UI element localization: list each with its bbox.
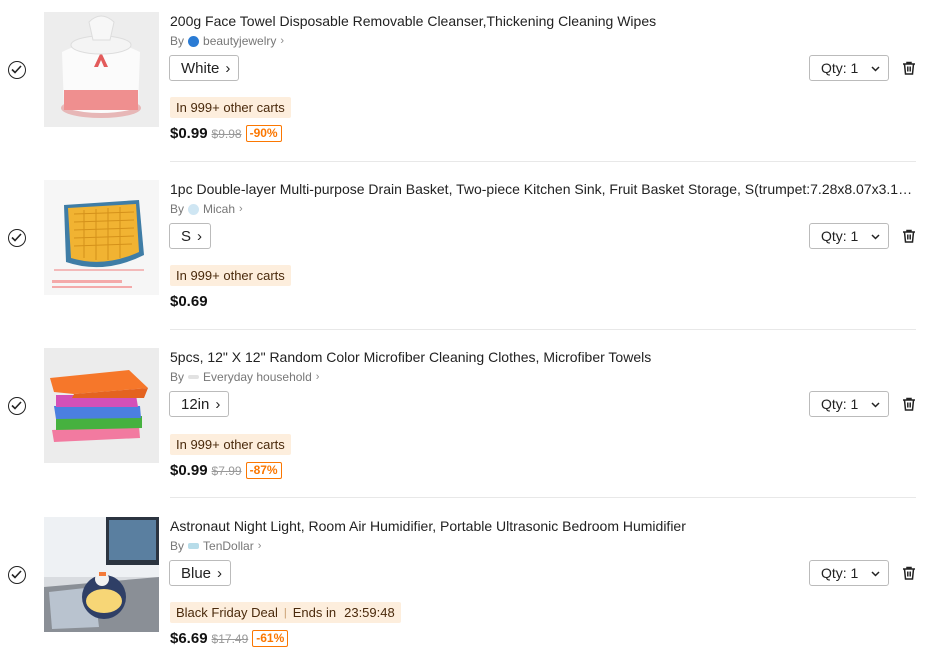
variant-label: White	[181, 59, 220, 77]
checkmark-icon	[11, 401, 22, 410]
seller-name[interactable]: beautyjewelry	[203, 34, 276, 48]
price-row: $6.69 $17.49 -61%	[170, 630, 289, 647]
chevron-right-icon: ›	[239, 203, 243, 215]
chevron-right-icon: ›	[217, 564, 223, 582]
seller-logo-icon	[188, 203, 200, 215]
chevron-down-icon	[871, 66, 880, 72]
seller-logo-icon	[188, 543, 200, 549]
price-row: $0.99 $9.98 -90%	[170, 125, 282, 142]
chevron-down-icon	[871, 234, 880, 240]
price: $0.99	[170, 125, 208, 142]
ends-in-label: Ends in	[292, 605, 337, 620]
variant-selector[interactable]: 12in ›	[169, 391, 230, 417]
divider	[170, 497, 916, 498]
discount-badge: -61%	[252, 630, 289, 647]
product-image[interactable]	[44, 12, 159, 127]
discount-badge: -90%	[245, 125, 282, 142]
chevron-right-icon: ›	[280, 35, 285, 47]
deal-separator: |	[283, 606, 287, 619]
divider	[170, 161, 916, 162]
product-image[interactable]	[44, 180, 159, 295]
quantity-select[interactable]: Qty: 1	[809, 560, 889, 586]
seller-logo-icon	[188, 375, 200, 379]
original-price: $17.49	[211, 631, 249, 646]
divider	[170, 329, 916, 330]
carts-badge: In 999+ other carts	[170, 97, 291, 118]
deal-label: Black Friday Deal	[176, 605, 278, 620]
trash-icon[interactable]	[902, 61, 916, 75]
seller-line: By TenDollar ›	[170, 539, 261, 553]
checkmark-icon	[11, 570, 22, 579]
price-row: $0.99 $7.99 -87%	[170, 462, 282, 479]
seller-line: By Micah ›	[170, 202, 243, 216]
checkmark-icon	[11, 233, 22, 242]
variant-label: S	[181, 227, 192, 245]
product-title[interactable]: 5pcs, 12" X 12" Random Color Microfiber …	[170, 349, 915, 365]
seller-line: By beautyjewelry ›	[170, 34, 284, 48]
quantity-select[interactable]: Qty: 1	[809, 223, 889, 249]
product-image[interactable]	[44, 517, 159, 632]
carts-badge: In 999+ other carts	[170, 265, 291, 286]
quantity-select[interactable]: Qty: 1	[809, 391, 889, 417]
price-row: $0.69	[170, 293, 208, 310]
cart-item: Astronaut Night Light, Room Air Humidifi…	[0, 504, 930, 672]
by-label: By	[170, 539, 185, 553]
seller-name[interactable]: Everyday household	[203, 370, 312, 384]
seller-name[interactable]: TenDollar	[203, 539, 254, 553]
original-price: $7.99	[211, 463, 242, 478]
variant-label: 12in	[181, 395, 210, 413]
chevron-right-icon: ›	[197, 227, 203, 245]
cart-item: 1pc Double-layer Multi-purpose Drain Bas…	[0, 168, 930, 336]
product-title[interactable]: Astronaut Night Light, Room Air Humidifi…	[170, 518, 915, 534]
variant-label: Blue	[181, 564, 212, 582]
chevron-right-icon: ›	[225, 59, 231, 77]
by-label: By	[170, 202, 185, 216]
deal-badge: Black Friday Deal | Ends in 23:59:48	[170, 602, 401, 623]
by-label: By	[170, 370, 185, 384]
price: $6.69	[170, 630, 208, 647]
seller-name[interactable]: Micah	[203, 202, 235, 216]
by-label: By	[170, 34, 185, 48]
checkmark-icon	[11, 65, 22, 74]
qty-label: Qty: 1	[821, 396, 859, 412]
chevron-down-icon	[871, 571, 880, 577]
trash-icon[interactable]	[902, 566, 916, 580]
seller-logo-icon	[188, 35, 200, 47]
price: $0.69	[170, 293, 208, 310]
chevron-right-icon: ›	[257, 540, 262, 552]
select-checkbox[interactable]	[8, 397, 26, 415]
cart-item: 5pcs, 12" X 12" Random Color Microfiber …	[0, 336, 930, 504]
product-title[interactable]: 1pc Double-layer Multi-purpose Drain Bas…	[170, 181, 915, 197]
seller-line: By Everyday household ›	[170, 370, 319, 384]
select-checkbox[interactable]	[8, 229, 26, 247]
qty-label: Qty: 1	[821, 60, 859, 76]
chevron-right-icon: ›	[315, 371, 320, 383]
qty-label: Qty: 1	[821, 565, 859, 581]
carts-badge: In 999+ other carts	[170, 434, 291, 455]
select-checkbox[interactable]	[8, 566, 26, 584]
chevron-down-icon	[871, 402, 880, 408]
product-image[interactable]	[44, 348, 159, 463]
chevron-right-icon: ›	[215, 395, 221, 413]
product-title[interactable]: 200g Face Towel Disposable Removable Cle…	[170, 13, 915, 29]
quantity-select[interactable]: Qty: 1	[809, 55, 889, 81]
trash-icon[interactable]	[902, 397, 916, 411]
variant-selector[interactable]: White ›	[169, 55, 240, 81]
variant-selector[interactable]: S ›	[169, 223, 212, 249]
original-price: $9.98	[211, 126, 242, 141]
cart-item: 200g Face Towel Disposable Removable Cle…	[0, 0, 930, 168]
qty-label: Qty: 1	[821, 228, 859, 244]
select-checkbox[interactable]	[8, 61, 26, 79]
countdown-timer: 23:59:48	[344, 605, 395, 620]
trash-icon[interactable]	[902, 229, 916, 243]
variant-selector[interactable]: Blue ›	[169, 560, 232, 586]
discount-badge: -87%	[245, 462, 282, 479]
price: $0.99	[170, 462, 208, 479]
